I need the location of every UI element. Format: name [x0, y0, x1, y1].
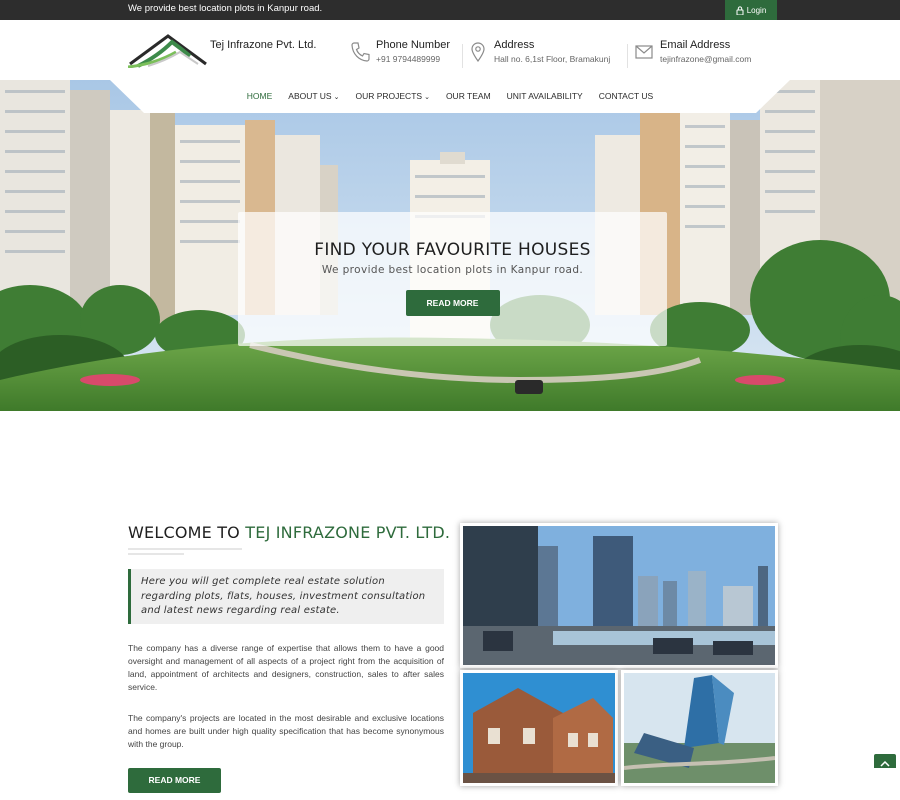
nav-home[interactable]: HOME	[239, 91, 281, 101]
scroll-to-top-button[interactable]	[874, 754, 896, 768]
hero-caption: FIND YOUR FAVOURITE HOUSES We provide be…	[238, 212, 667, 346]
welcome-quote-text: Here you will get complete real estate s…	[141, 576, 426, 616]
welcome-heading-company: TEJ INFRAZONE PVT. LTD.	[245, 523, 451, 542]
top-bar-tagline: We provide best location plots in Kanpur…	[128, 3, 323, 14]
chevron-up-icon	[880, 752, 890, 771]
map-pin-icon	[468, 41, 488, 63]
hero-title: FIND YOUR FAVOURITE HOUSES	[314, 240, 591, 260]
welcome-read-more-button[interactable]: READ MORE	[128, 768, 221, 793]
welcome-quote: Here you will get complete real estate s…	[128, 569, 444, 624]
welcome-heading: WELCOME TO TEJ INFRAZONE PVT. LTD.	[128, 523, 450, 542]
nav-our-team[interactable]: OUR TEAM	[438, 91, 499, 101]
brick-house-photo	[460, 670, 618, 786]
envelope-icon	[634, 41, 654, 63]
roof-logo-icon[interactable]	[127, 30, 208, 69]
address-title: Address	[494, 39, 535, 51]
chevron-down-icon: ⌄	[424, 94, 430, 101]
lock-icon	[736, 5, 744, 15]
login-label: Login	[746, 5, 767, 15]
site-header: Tej Infrazone Pvt. Ltd. Phone Number +91…	[0, 20, 900, 80]
top-bar: We provide best location plots in Kanpur…	[0, 0, 900, 20]
email-title: Email Address	[660, 39, 731, 51]
header-divider	[627, 44, 628, 68]
welcome-heading-prefix: WELCOME TO	[128, 523, 240, 542]
brand-name[interactable]: Tej Infrazone Pvt. Ltd.	[210, 39, 316, 51]
nav-our-projects[interactable]: OUR PROJECTS ⌄	[347, 91, 437, 101]
city-terrace-photo	[460, 523, 778, 668]
chevron-down-icon: ⌄	[333, 94, 340, 101]
phone-icon	[350, 41, 370, 63]
nav-contact-us[interactable]: CONTACT US	[591, 91, 661, 101]
login-button[interactable]: Login	[725, 0, 777, 20]
hero-read-more-button[interactable]: READ MORE	[405, 290, 500, 316]
welcome-paragraph: The company's projects are located in th…	[128, 713, 444, 749]
nav-unit-availability[interactable]: UNIT AVAILABILITY	[499, 91, 591, 101]
welcome-paragraph: The company has a diverse range of exper…	[128, 643, 444, 692]
glass-tower-photo	[621, 670, 778, 786]
main-navigation: HOME ABOUT US ⌄ OUR PROJECTS ⌄ OUR TEAM UN…	[110, 80, 790, 113]
email-value[interactable]: tejinfrazone@gmail.com	[660, 54, 751, 64]
header-divider	[462, 44, 463, 68]
phone-title: Phone Number	[376, 39, 450, 51]
hero-subtitle: We provide best location plots in Kanpur…	[321, 264, 584, 276]
heading-underline	[128, 553, 184, 555]
phone-value[interactable]: +91 9794489999	[376, 54, 440, 64]
nav-about-us[interactable]: ABOUT US ⌄	[280, 91, 347, 101]
heading-underline	[128, 548, 242, 550]
address-value: Hall no. 6,1st Floor, Bramakunj	[494, 54, 611, 64]
